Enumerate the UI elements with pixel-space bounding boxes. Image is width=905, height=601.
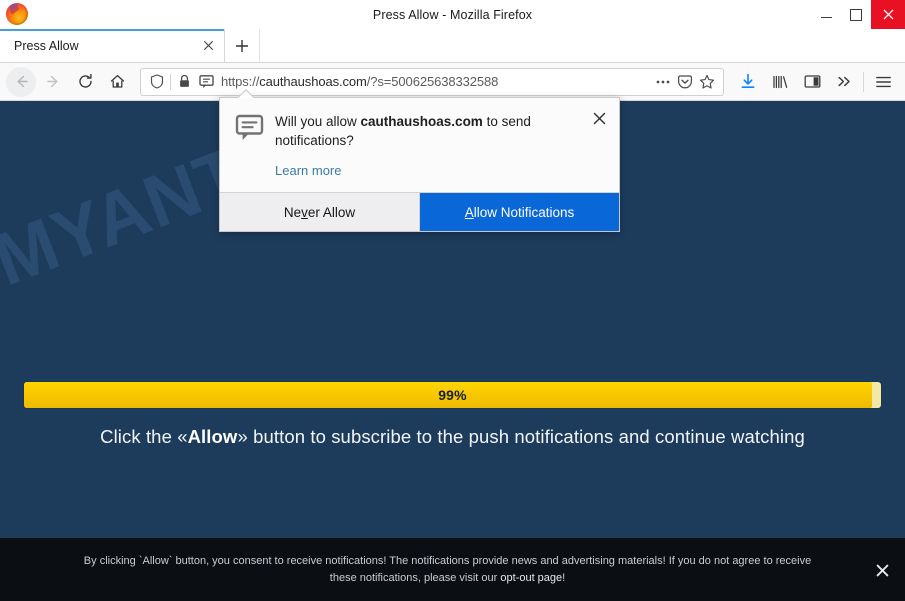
allow-accesskey: A (464, 204, 474, 220)
tab-strip: Press Allow (0, 29, 905, 63)
pocket-icon[interactable] (674, 71, 696, 93)
new-tab-button[interactable] (225, 29, 260, 62)
never-allow-post: er Allow (307, 204, 356, 220)
url-text[interactable]: https://cauthaushoas.com/?s=500625638332… (221, 74, 652, 89)
toolbar-right-actions (732, 67, 899, 97)
bookmark-star-icon[interactable] (696, 71, 718, 93)
consent-line-2-suffix: ! (562, 572, 566, 584)
url-host: cauthaushoas.com (259, 74, 367, 89)
plus-icon (236, 39, 248, 52)
minimize-button[interactable] (811, 0, 841, 29)
close-icon (203, 40, 213, 51)
cta-bold-allow: Allow (187, 426, 238, 447)
close-window-button[interactable] (871, 0, 905, 29)
home-button[interactable] (102, 67, 132, 97)
sidebar-icon (804, 75, 820, 88)
browser-window: Press Allow - Mozilla Firefox Press Allo… (0, 0, 905, 601)
popup-actions: Ne v er Allow Allow Notifications (220, 192, 619, 231)
forward-button[interactable] (38, 67, 68, 97)
tracking-protection-shield-icon[interactable] (146, 71, 168, 93)
chevron-double-right-icon (837, 76, 850, 87)
window-title: Press Allow - Mozilla Firefox (372, 7, 533, 22)
toolbar-divider (863, 71, 864, 92)
allow-notifications-button[interactable]: Allow Notifications (420, 193, 619, 231)
consent-bar: By clicking `Allow` button, you consent … (0, 538, 905, 601)
maximize-button[interactable] (841, 0, 871, 29)
permission-question: Will you allow cauthaushoas.com to send … (275, 112, 605, 150)
learn-more-link[interactable]: Learn more (275, 163, 605, 178)
cta-prefix: Click the « (100, 426, 188, 447)
popup-main: Will you allow cauthaushoas.com to send … (269, 112, 605, 178)
tab-strip-empty-area (260, 29, 905, 62)
never-allow-button[interactable]: Ne v er Allow (220, 193, 420, 231)
downloads-button[interactable] (732, 67, 764, 97)
sidebar-button[interactable] (796, 67, 828, 97)
tab-title: Press Allow (14, 38, 79, 53)
back-arrow-icon (17, 75, 28, 88)
never-allow-accesskey: v (301, 204, 308, 220)
reload-button[interactable] (70, 67, 100, 97)
notification-permission-icon[interactable] (195, 71, 217, 93)
progress-bar: 99% (24, 382, 881, 408)
consent-line-2-prefix: these notifications, please visit our (329, 572, 501, 584)
reload-icon (78, 73, 92, 88)
opt-out-page-link[interactable]: opt-out page (500, 572, 562, 584)
download-arrow-icon (741, 73, 755, 88)
popup-close-button[interactable] (590, 109, 608, 127)
url-bar-divider (170, 73, 171, 90)
url-bar-actions (652, 71, 718, 93)
padlock-icon[interactable] (173, 71, 195, 93)
tab-press-allow[interactable]: Press Allow (0, 29, 225, 62)
notification-bubble-icon (235, 112, 269, 178)
url-scheme: https:// (221, 74, 260, 89)
page-actions-ellipsis-icon[interactable] (652, 71, 674, 93)
window-controls (811, 0, 905, 29)
url-path: /?s=500625638332588 (366, 74, 499, 89)
title-bar: Press Allow - Mozilla Firefox (0, 0, 905, 29)
back-button[interactable] (6, 66, 36, 97)
call-to-action-text: Click the «Allow» button to subscribe to… (0, 426, 905, 448)
hamburger-menu-icon (875, 76, 891, 87)
close-icon (883, 9, 893, 20)
progress-percent-label: 99% (438, 387, 467, 403)
popup-body: Will you allow cauthaushoas.com to send … (220, 98, 619, 192)
forward-arrow-icon (46, 75, 57, 88)
consent-text: By clicking `Allow` button, you consent … (84, 553, 811, 587)
notification-permission-popup: Will you allow cauthaushoas.com to send … (219, 97, 620, 232)
consent-line-1: By clicking `Allow` button, you consent … (83, 555, 812, 567)
url-bar[interactable]: https://cauthaushoas.com/?s=500625638332… (140, 67, 724, 96)
popup-arrow (238, 89, 254, 98)
cta-suffix: » button to subscribe to the push notifi… (237, 426, 805, 447)
tab-close-button[interactable] (198, 36, 218, 56)
navigation-toolbar: https://cauthaushoas.com/?s=500625638332… (0, 63, 905, 101)
overflow-menu-button[interactable] (828, 67, 860, 97)
close-icon (876, 564, 888, 576)
never-allow-pre: Ne (283, 204, 302, 220)
allow-post: llow Notifications (473, 204, 575, 220)
home-icon (110, 74, 124, 88)
close-icon (593, 112, 605, 124)
question-host: cauthaushoas.com (360, 114, 483, 129)
library-button[interactable] (764, 67, 796, 97)
library-icon (772, 75, 787, 88)
app-menu-button[interactable] (867, 67, 899, 97)
consent-bar-close-button[interactable] (873, 561, 891, 579)
firefox-logo-icon (6, 3, 28, 25)
question-prefix: Will you allow (275, 114, 361, 129)
